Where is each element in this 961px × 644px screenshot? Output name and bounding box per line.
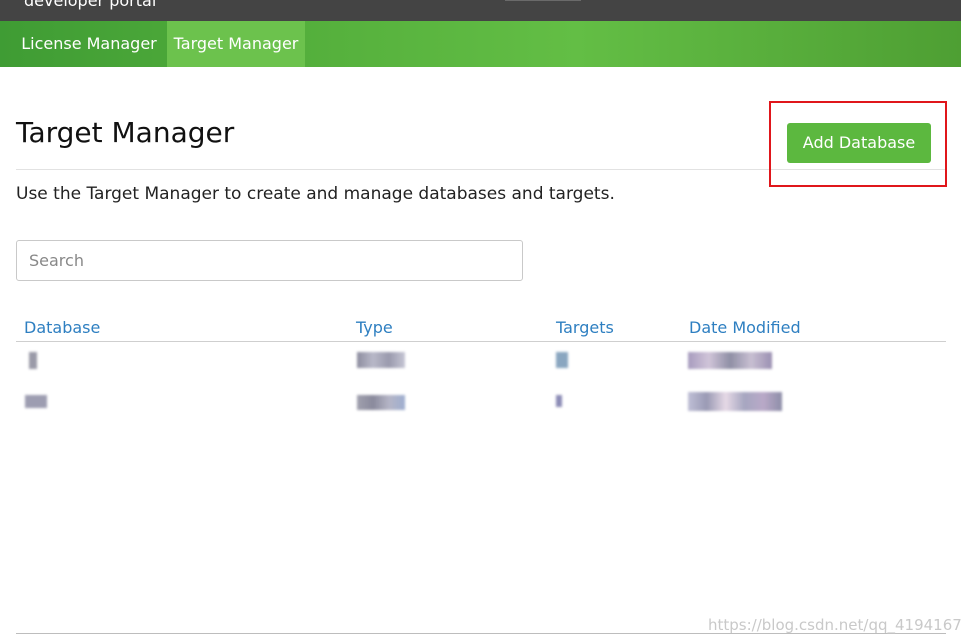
add-database-button[interactable]: Add Database <box>787 123 931 163</box>
redacted-cell-date-modified <box>688 352 772 369</box>
column-header-date-modified[interactable]: Date Modified <box>689 318 801 337</box>
nav-tab-target-manager[interactable]: Target Manager <box>167 21 305 67</box>
top-bar: developer portal <box>0 0 961 21</box>
redacted-cell-type <box>357 352 405 368</box>
column-header-database[interactable]: Database <box>24 318 100 337</box>
column-header-targets[interactable]: Targets <box>556 318 614 337</box>
watermark-text: https://blog.csdn.net/qq_41941672 <box>708 616 961 634</box>
redacted-cell-type <box>357 395 405 410</box>
nav-tab-license-manager[interactable]: License Manager <box>16 21 162 67</box>
page-title: Target Manager <box>16 116 235 149</box>
search-input[interactable] <box>16 240 523 281</box>
redacted-cell-database[interactable] <box>29 352 37 369</box>
redacted-cell-date-modified <box>688 392 782 411</box>
top-bar-divider <box>505 0 581 1</box>
redacted-cell-database[interactable] <box>25 395 47 408</box>
brand-label[interactable]: developer portal <box>24 0 156 10</box>
page-description: Use the Target Manager to create and man… <box>16 184 615 204</box>
main-nav: License Manager Target Manager <box>0 21 961 67</box>
table-header-divider <box>16 341 946 342</box>
redacted-cell-targets <box>556 352 568 368</box>
column-header-type[interactable]: Type <box>356 318 393 337</box>
redacted-cell-targets <box>556 395 562 407</box>
